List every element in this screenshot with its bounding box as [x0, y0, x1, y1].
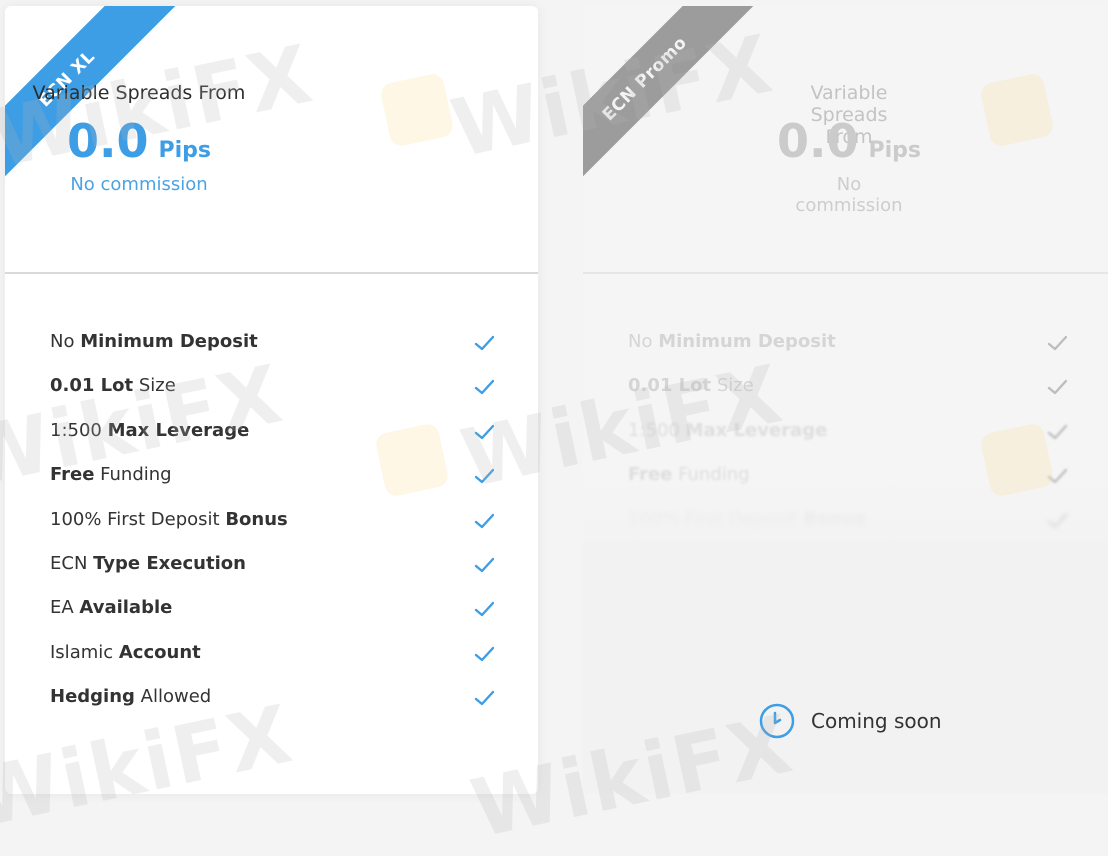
checkmark-icon [474, 602, 494, 617]
feature-text-bold: Max Leverage [107, 419, 250, 441]
feature-text: Size [133, 375, 176, 397]
checkmark-icon [474, 335, 494, 351]
commission-text: No commission [70, 174, 208, 195]
feature-item: EA Available [50, 597, 498, 641]
spread-unit: Pips [158, 138, 212, 163]
fade-overlay [583, 476, 1108, 794]
feature-text-bold: Type Execution [93, 552, 246, 574]
checkmark-icon [1047, 380, 1067, 395]
feature-text-bold: Hedging [50, 686, 135, 708]
spread-unit: Pips [868, 138, 922, 163]
feature-item: 1:500 Max Leverage [628, 420, 1071, 464]
feature-item: Hedging Allowed [50, 686, 498, 730]
spread-number: 0.0 [776, 114, 859, 168]
checkmark-icon [474, 690, 494, 706]
feature-text-bold: Minimum Deposit [658, 331, 836, 352]
checkmark-icon [474, 557, 494, 573]
coming-soon-label: Coming soon [811, 709, 942, 733]
feature-item: 0.01 Lot Size [50, 375, 498, 419]
feature-text-bold: Max Leverage [685, 419, 828, 441]
feature-text: EA [50, 597, 80, 619]
spread-value: 0.0 Pips [583, 114, 921, 168]
feature-text: ECN [50, 552, 94, 574]
checkmark-icon [1047, 335, 1067, 351]
feature-text-bold: Bonus [225, 508, 288, 530]
card-header: Variable Spreads From 0.0 Pips No commiss… [5, 6, 538, 274]
feature-text: 1:500 [628, 419, 686, 441]
feature-item: No Minimum Deposit [50, 331, 498, 375]
feature-text-bold: Free [50, 464, 95, 486]
feature-text-bold: Minimum Deposit [80, 331, 258, 352]
feature-text: 1:500 [50, 419, 108, 441]
feature-text: 100% First Deposit [50, 508, 226, 530]
feature-text: Allowed [134, 686, 212, 708]
account-card-ecn-xl: ECN XL Variable Spreads From 0.0 Pips No … [5, 6, 538, 794]
feature-item: Free Funding [50, 464, 498, 508]
feature-text: Size [711, 375, 754, 397]
account-card-ecn-promo: ECN Promo Variable Spreads From 0.0 Pips … [583, 6, 1108, 794]
feature-item: Islamic Account [50, 642, 498, 686]
checkmark-icon [1047, 424, 1067, 439]
checkmark-icon [474, 424, 494, 439]
checkmark-icon [474, 468, 494, 484]
feature-text: Islamic [50, 641, 119, 663]
feature-item: ECN Type Execution [50, 553, 498, 597]
checkmark-icon [474, 646, 494, 661]
feature-text-bold: Available [79, 597, 173, 619]
spread-number: 0.0 [66, 114, 149, 168]
card-header: Variable Spreads From 0.0 Pips No commiss… [583, 6, 1108, 274]
coming-soon-status: Coming soon [758, 702, 942, 740]
checkmark-icon [474, 513, 494, 528]
feature-item: 100% First Deposit Bonus [50, 509, 498, 553]
clock-icon [759, 703, 795, 739]
feature-text: Funding [94, 464, 172, 486]
checkmark-icon [474, 380, 494, 395]
spread-label: Variable Spreads From [32, 82, 246, 104]
feature-text-bold: 0.01 Lot [50, 375, 134, 397]
spread-value: 0.0 Pips [5, 114, 211, 168]
feature-text-bold: Account [118, 641, 201, 663]
feature-item: 1:500 Max Leverage [50, 420, 498, 464]
commission-text: No commission [795, 174, 903, 216]
feature-text: No [628, 331, 659, 352]
feature-text-bold: 0.01 Lot [628, 375, 712, 397]
feature-text: No [50, 331, 81, 352]
feature-item: 0.01 Lot Size [628, 375, 1071, 419]
feature-item: No Minimum Deposit [628, 331, 1071, 375]
feature-list: No Minimum Deposit 0.01 Lot Size 1:500 Max… [50, 331, 498, 731]
